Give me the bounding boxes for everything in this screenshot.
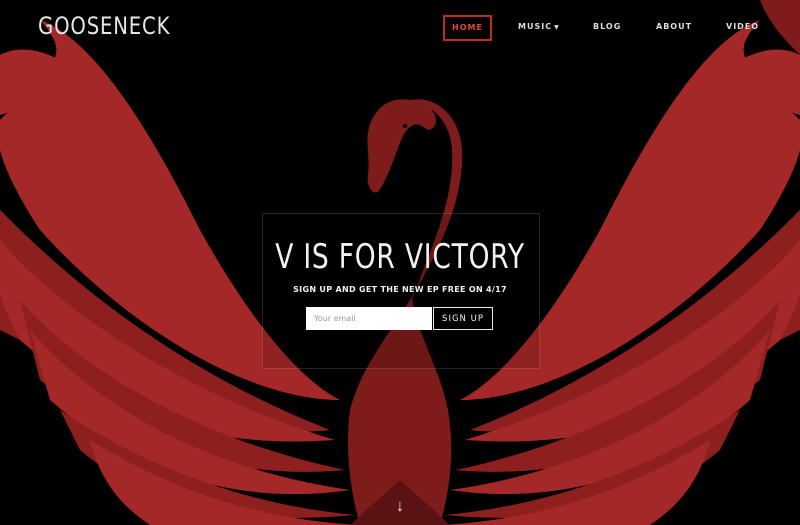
nav-item-home[interactable]: HOME	[443, 15, 492, 41]
site-header: GOOSENECK HOME MUSIC ▼ BLOG ABOUT VIDEO	[0, 0, 800, 56]
hero-subtitle: SIGN UP AND GET THE NEW EP FREE ON 4/17	[293, 285, 507, 294]
nav-item-label: HOME	[452, 23, 483, 32]
signup-button[interactable]: SIGN UP	[433, 307, 493, 330]
nav-item-label: ABOUT	[656, 22, 693, 31]
nav-item-video[interactable]: VIDEO	[726, 16, 759, 38]
main-nav: HOME MUSIC ▼ BLOG ABOUT VIDEO	[0, 15, 800, 41]
nav-item-label: VIDEO	[726, 22, 760, 31]
arrow-down-icon[interactable]: ↓	[390, 496, 410, 518]
hero-title: V IS FOR VICTORY	[275, 237, 525, 277]
chevron-down-icon: ▼	[554, 24, 560, 31]
email-input[interactable]	[306, 307, 432, 330]
nav-item-label: MUSIC	[518, 22, 553, 31]
nav-item-label: BLOG	[593, 22, 622, 31]
nav-item-about[interactable]: ABOUT	[656, 16, 692, 38]
nav-item-music[interactable]: MUSIC ▼	[518, 16, 560, 38]
nav-item-blog[interactable]: BLOG	[593, 16, 621, 38]
